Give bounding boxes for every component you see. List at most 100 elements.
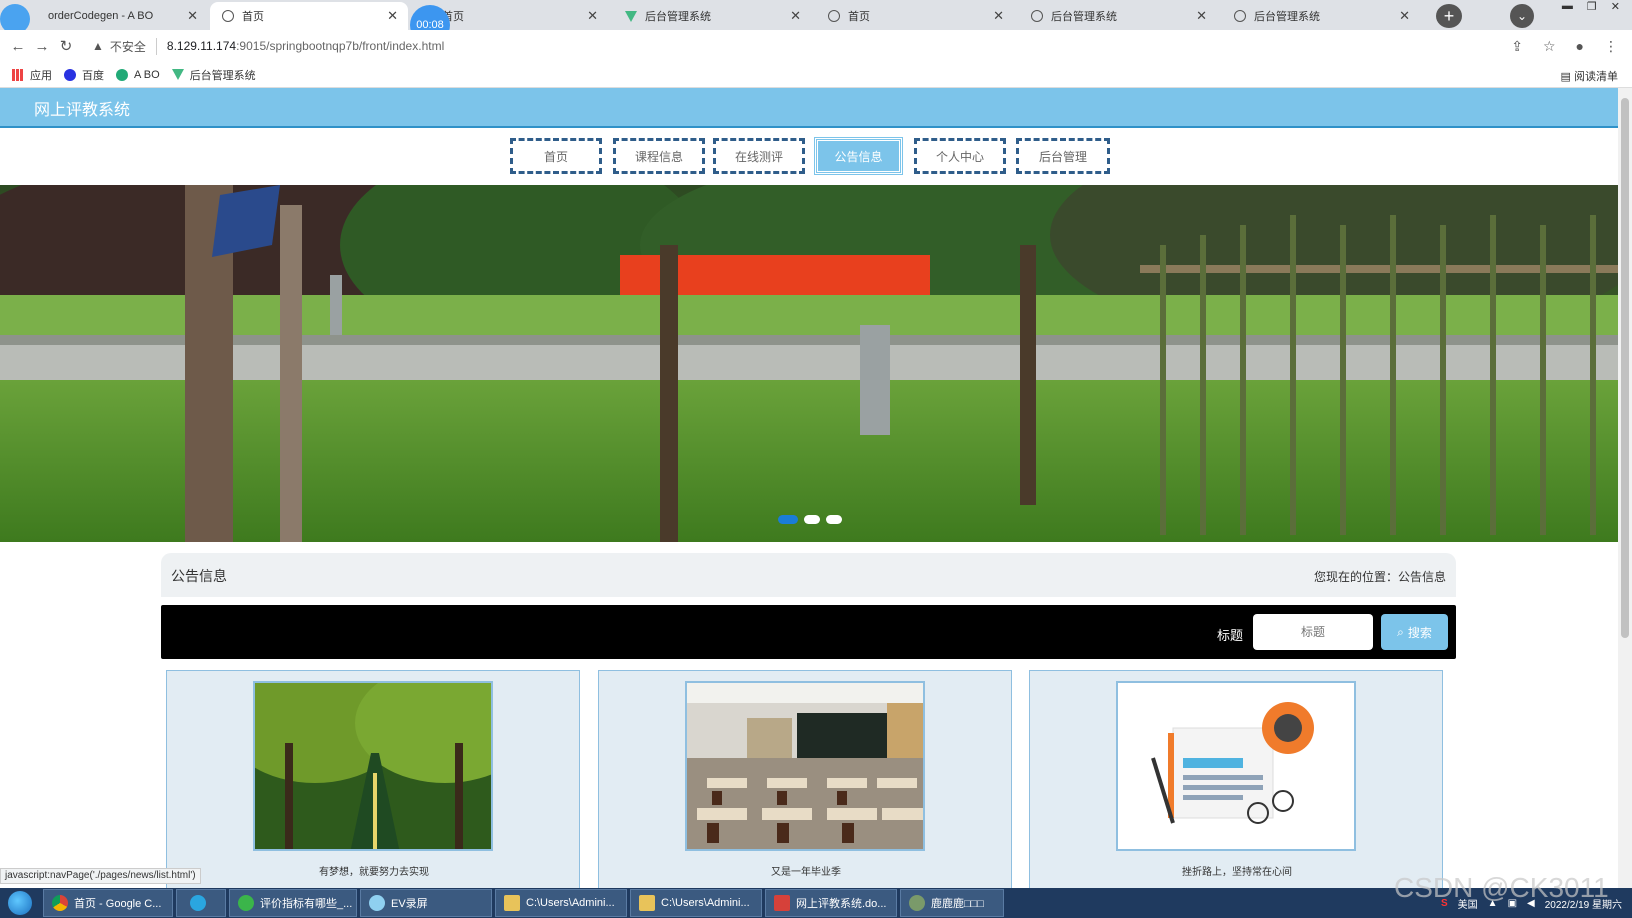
- tab-5[interactable]: 后台管理系统 ✕: [1019, 2, 1217, 30]
- minimize-icon[interactable]: ▬: [1562, 0, 1573, 14]
- taskbar-item-player[interactable]: [176, 889, 226, 917]
- reading-list-label: 阅读清单: [1574, 71, 1618, 83]
- tab-6[interactable]: 后台管理系统 ✕: [1222, 2, 1420, 30]
- search-icon: ⌕: [1397, 624, 1404, 639]
- page-scrollbar[interactable]: [1618, 88, 1632, 888]
- star-icon[interactable]: ☆: [1543, 38, 1556, 55]
- site-header: 网上评教系统: [0, 88, 1618, 128]
- nav-home[interactable]: 首页: [510, 138, 602, 174]
- taskbar-item-app[interactable]: 鹿鹿鹿□□□: [900, 889, 1004, 917]
- bookmark-label: 百度: [82, 69, 104, 82]
- vue-icon: [171, 69, 184, 80]
- bookmark-label: 后台管理系统: [189, 69, 256, 82]
- news-list: 有梦想，就要努力去实现 又是一年毕业季 挫折路上，坚持常在心间: [166, 670, 1452, 888]
- vue-icon: [625, 10, 637, 22]
- search-bar: 标题 ⌕搜索: [161, 605, 1456, 659]
- ev-recorder-icon: [369, 895, 385, 911]
- menu-icon[interactable]: ⋮: [1604, 38, 1618, 55]
- news-card[interactable]: 有梦想，就要努力去实现: [166, 670, 580, 888]
- reload-icon[interactable]: ↻: [54, 37, 78, 55]
- taskbar-item-doc[interactable]: 网上评教系统.do...: [765, 889, 897, 917]
- close-window-icon[interactable]: ✕: [1611, 0, 1620, 14]
- maximize-icon[interactable]: ❐: [1587, 0, 1597, 14]
- taskbar-item-browser[interactable]: 评价指标有哪些_...: [229, 889, 357, 917]
- share-icon[interactable]: ⇪: [1511, 38, 1523, 55]
- tree-lined-road-photo: [255, 683, 491, 849]
- chrome-icon: [52, 895, 68, 911]
- task-label: 鹿鹿鹿□□□: [931, 898, 984, 910]
- nav-evaluation[interactable]: 在线测评: [713, 138, 805, 174]
- bookmark-abo[interactable]: A BO: [116, 68, 160, 81]
- task-label: EV录屏: [391, 898, 428, 910]
- bookmark-baidu[interactable]: 百度: [64, 67, 104, 83]
- task-label: C:\Users\Admini...: [661, 897, 750, 909]
- section-header: 公告信息 您现在的位置：公告信息: [161, 553, 1456, 597]
- close-icon[interactable]: ✕: [1196, 8, 1207, 24]
- close-icon[interactable]: ✕: [387, 8, 398, 24]
- close-icon[interactable]: ✕: [1399, 8, 1410, 24]
- url-host: 8.129.11.174: [166, 39, 237, 53]
- play-icon: [190, 895, 206, 911]
- news-caption: 又是一年毕业季: [771, 867, 841, 878]
- search-button[interactable]: ⌕ 搜索: [1381, 614, 1448, 650]
- task-label: 评价指标有哪些_...: [260, 898, 353, 910]
- taskbar-item-chrome[interactable]: 首页 - Google C...: [43, 889, 173, 917]
- section-title: 公告信息: [171, 568, 227, 584]
- close-icon[interactable]: ✕: [790, 8, 801, 24]
- news-card[interactable]: 挫折路上，坚持常在心间: [1029, 670, 1443, 888]
- globe-icon: [828, 10, 840, 22]
- close-icon[interactable]: ✕: [587, 8, 598, 24]
- bookmark-admin[interactable]: 后台管理系统: [171, 67, 256, 83]
- tab-1[interactable]: 首页 ✕: [210, 2, 408, 30]
- site-title: 网上评教系统: [34, 102, 131, 119]
- start-button[interactable]: [0, 888, 40, 918]
- word-doc-icon: [774, 895, 790, 911]
- carousel-dot-2[interactable]: [804, 515, 820, 524]
- forward-icon[interactable]: →: [30, 38, 54, 55]
- bookmark-apps[interactable]: 应用: [12, 67, 52, 83]
- tab-title: orderCodegen - A BO: [48, 10, 154, 22]
- address-actions: ⇪ ☆ ● ⋮: [1511, 38, 1618, 55]
- browser-tabstrip: orderCodegen - A BO ✕ 首页 ✕ 首页 ✕ 后台管理系统 ✕…: [0, 0, 1632, 45]
- news-card[interactable]: 又是一年毕业季: [598, 670, 1012, 888]
- tab-title: 首页: [848, 11, 870, 23]
- tab-title: 首页: [242, 11, 264, 23]
- carousel-dot-1[interactable]: [778, 515, 798, 524]
- nav-announcements[interactable]: 公告信息: [814, 137, 903, 175]
- banner-carousel[interactable]: [0, 185, 1618, 542]
- windows-orb-icon: [8, 891, 32, 915]
- news-illustration: [1118, 683, 1354, 849]
- close-icon[interactable]: ✕: [993, 8, 1004, 24]
- url-field[interactable]: ▲ 不安全 8.129.11.174 :9015/springbootnqp7b…: [92, 37, 444, 55]
- news-caption: 挫折路上，坚持常在心间: [1182, 867, 1292, 878]
- profile-icon[interactable]: ●: [1576, 38, 1584, 55]
- title-search-input[interactable]: [1253, 614, 1373, 650]
- back-icon[interactable]: ←: [6, 38, 30, 55]
- address-bar: ← → ↻ ▲ 不安全 8.129.11.174 :9015/springboo…: [0, 30, 1632, 62]
- carousel-dot-3[interactable]: [826, 515, 842, 524]
- csdn-watermark: CSDN @CK3011: [1394, 872, 1609, 903]
- taskbar-item-folder-2[interactable]: C:\Users\Admini...: [630, 889, 762, 917]
- reading-list[interactable]: ▤ 阅读清单: [1561, 68, 1618, 84]
- nav-admin[interactable]: 后台管理: [1016, 138, 1110, 174]
- taskbar-item-ev[interactable]: EV录屏: [360, 889, 492, 917]
- tab-0[interactable]: orderCodegen - A BO ✕: [22, 2, 208, 30]
- security-label: 不安全: [110, 37, 157, 55]
- nav-courses[interactable]: 课程信息: [613, 138, 705, 174]
- close-icon[interactable]: ✕: [187, 8, 198, 24]
- baidu-paw-icon: [64, 68, 76, 81]
- task-label: 网上评教系统.do...: [796, 898, 887, 910]
- nav-profile[interactable]: 个人中心: [914, 138, 1006, 174]
- tab-4[interactable]: 首页 ✕: [816, 2, 1014, 30]
- taskbar-item-folder-1[interactable]: C:\Users\Admini...: [495, 889, 627, 917]
- bookmarks-bar: 应用 百度 A BO 后台管理系统 ▤ 阅读清单: [0, 62, 1632, 88]
- breadcrumb: 您现在的位置：公告信息: [1313, 570, 1446, 584]
- tab-3[interactable]: 后台管理系统 ✕: [613, 2, 811, 30]
- apps-grid-icon: [12, 68, 24, 81]
- app-icon: [909, 895, 925, 911]
- new-tab-button[interactable]: +: [1436, 4, 1462, 28]
- news-thumbnail: [253, 681, 493, 851]
- folder-icon: [639, 895, 655, 911]
- scrollbar-thumb[interactable]: [1621, 98, 1629, 638]
- tab-title: 后台管理系统: [1051, 11, 1117, 23]
